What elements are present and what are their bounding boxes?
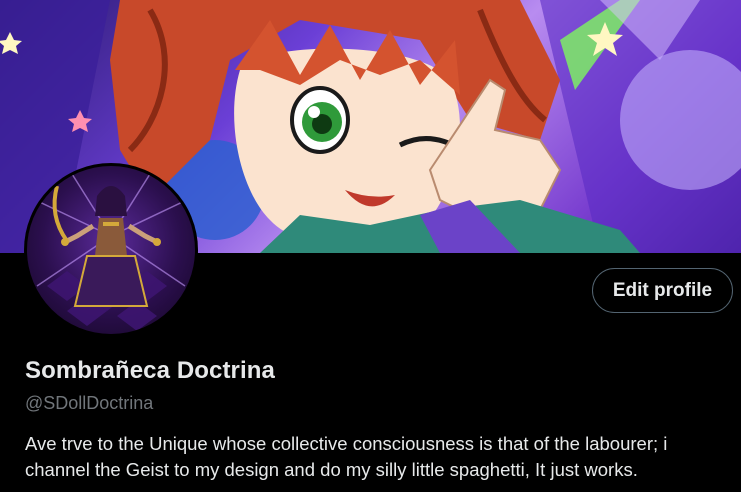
avatar[interactable]: [24, 163, 198, 337]
user-handle: @SDollDoctrina: [25, 393, 154, 413]
avatar-image: [27, 166, 195, 334]
profile-header: Edit profile Sombrañeca Doctrina @SDollD…: [0, 0, 741, 492]
display-name: Sombrañeca Doctrina: [25, 357, 275, 384]
profile-bio: Ave trve to the Unique whose collective …: [25, 433, 668, 480]
avatar-illustration: [27, 166, 195, 331]
edit-profile-button[interactable]: Edit profile: [592, 268, 733, 313]
